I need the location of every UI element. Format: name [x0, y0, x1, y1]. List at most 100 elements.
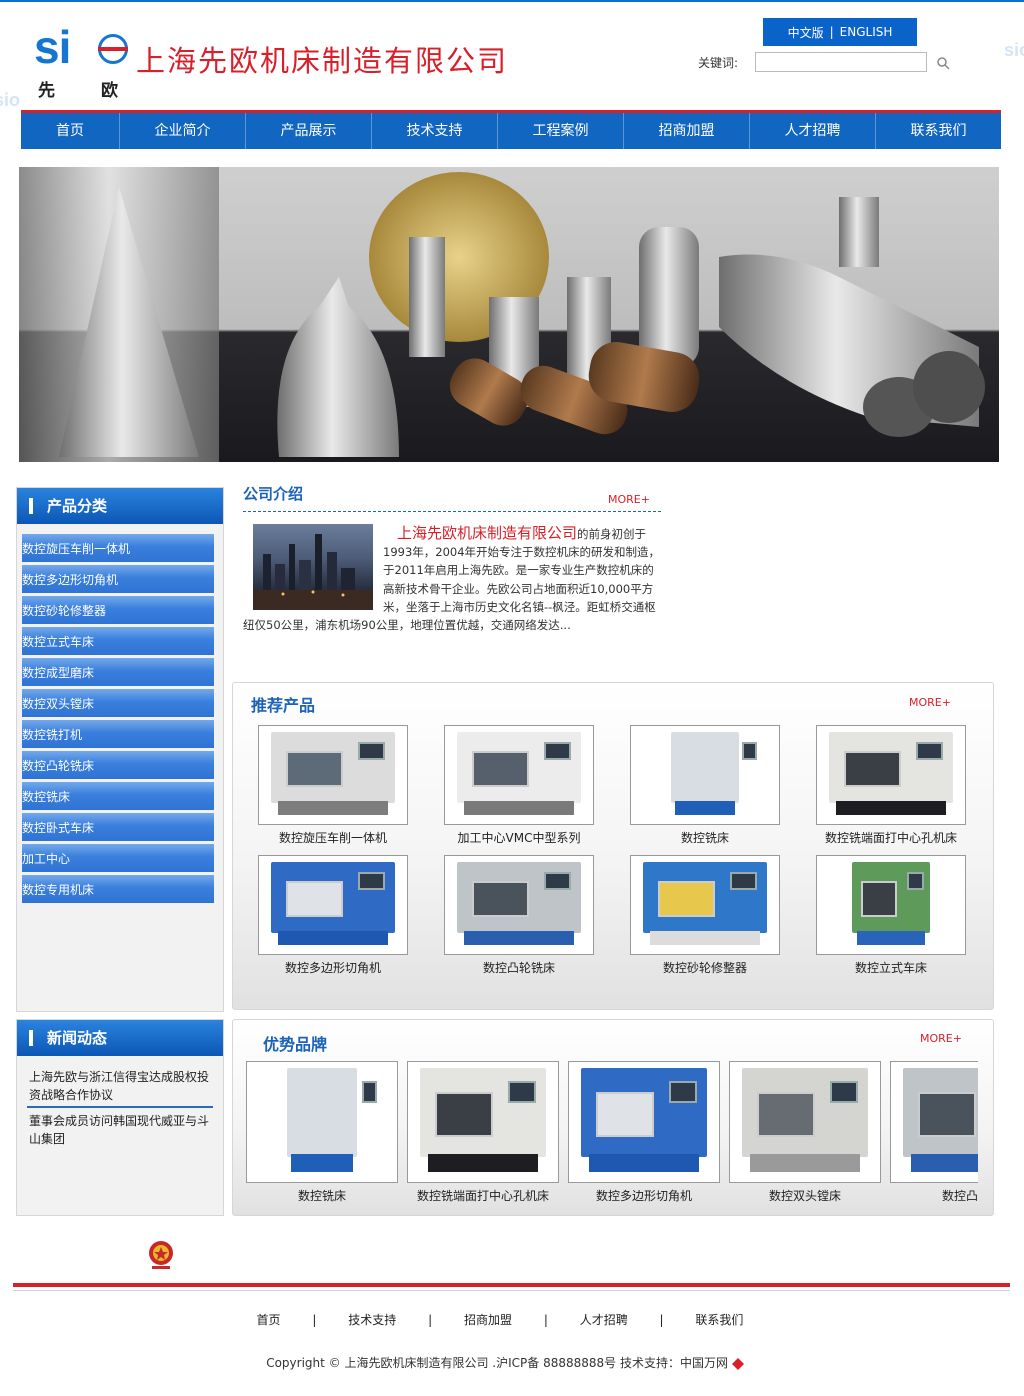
- news-list: 上海先欧与浙江信得宝达成股权投资战略合作协议 董事会成员访问韩国现代威亚与斗山集…: [17, 1056, 223, 1150]
- footer-link-franchise[interactable]: 招商加盟: [450, 1311, 526, 1328]
- search-label: 关键词:: [698, 56, 739, 70]
- brand-image[interactable]: [407, 1061, 559, 1183]
- product-card[interactable]: 数控砂轮修整器: [630, 855, 780, 976]
- footer-link-tech-support[interactable]: 技术支持: [334, 1311, 410, 1328]
- product-image[interactable]: [258, 725, 408, 825]
- product-image[interactable]: [630, 855, 780, 955]
- product-image[interactable]: [816, 725, 966, 825]
- nav-jobs[interactable]: 人才招聘: [750, 113, 876, 149]
- brand-name[interactable]: 数控铣端面打中心孔机床: [407, 1187, 559, 1204]
- brand-products-title: 优势品牌: [263, 1035, 328, 1054]
- product-card[interactable]: 数控铣端面打中心孔机床: [816, 725, 966, 846]
- intro-company-name[interactable]: 上海先欧机床制造有限公司: [383, 524, 577, 542]
- category-item[interactable]: 加工中心: [22, 844, 214, 872]
- company-intro-section: 公司介绍 MORE+ 上海先欧机床制造有限公司的前身初创于1993年，2004年…: [243, 484, 661, 634]
- category-item[interactable]: 数控卧式车床: [22, 813, 214, 841]
- brand-name[interactable]: 数控多边形切角机: [568, 1187, 720, 1204]
- product-name[interactable]: 数控铣端面打中心孔机床: [816, 829, 966, 846]
- product-card[interactable]: 数控凸轮铣床: [444, 855, 594, 976]
- product-name[interactable]: 数控多边形切角机: [258, 959, 408, 976]
- product-name[interactable]: 加工中心VMC中型系列: [444, 829, 594, 846]
- product-image[interactable]: [444, 855, 594, 955]
- product-card[interactable]: 数控多边形切角机: [258, 855, 408, 976]
- category-item[interactable]: 数控成型磨床: [22, 658, 214, 686]
- category-item[interactable]: 数控凸轮铣床: [22, 751, 214, 779]
- product-category-panel: 产品分类 数控旋压车削一体机 数控多边形切角机 数控砂轮修整器 数控立式车床 数…: [16, 487, 224, 1012]
- footer-separator: |: [312, 1313, 317, 1327]
- brand-name[interactable]: 数控双头镗床: [729, 1187, 881, 1204]
- lang-chinese-link[interactable]: 中文版: [788, 24, 824, 41]
- category-item[interactable]: 数控砂轮修整器: [22, 596, 214, 624]
- logo-letters: si: [34, 21, 71, 73]
- police-badge-icon[interactable]: [146, 1238, 176, 1272]
- footer-red-line: [13, 1283, 1010, 1287]
- nav-cases[interactable]: 工程案例: [498, 113, 624, 149]
- brand-card[interactable]: 数控双头镗床: [729, 1061, 881, 1204]
- product-image[interactable]: [444, 725, 594, 825]
- brand-image[interactable]: [729, 1061, 881, 1183]
- nav-franchise[interactable]: 招商加盟: [624, 113, 750, 149]
- copyright-line: Copyright © 上海先欧机床制造有限公司 .沪ICP备 88888888…: [266, 1356, 728, 1370]
- brand-card[interactable]: 数控凸轮: [890, 1061, 978, 1204]
- search-icon[interactable]: [936, 56, 950, 70]
- product-name[interactable]: 数控旋压车削一体机: [258, 829, 408, 846]
- brand-image[interactable]: [568, 1061, 720, 1183]
- product-image[interactable]: [258, 855, 408, 955]
- category-item[interactable]: 数控立式车床: [22, 627, 214, 655]
- brand-name[interactable]: 数控铣床: [246, 1187, 398, 1204]
- logo-cn-char-2: 欧: [101, 81, 118, 101]
- lang-separator: |: [829, 25, 834, 39]
- category-item[interactable]: 数控旋压车削一体机: [22, 534, 214, 562]
- hero-banner-image: [19, 167, 999, 462]
- news-item[interactable]: 董事会成员访问韩国现代威亚与斗山集团: [27, 1108, 213, 1150]
- brand-card[interactable]: 数控多边形切角机: [568, 1061, 720, 1204]
- category-item[interactable]: 数控铣床: [22, 782, 214, 810]
- category-item[interactable]: 数控铣打机: [22, 720, 214, 748]
- product-name[interactable]: 数控铣床: [630, 829, 780, 846]
- lang-english-link[interactable]: ENGLISH: [840, 25, 893, 39]
- intro-more-link[interactable]: MORE+: [608, 490, 650, 510]
- product-name[interactable]: 数控凸轮铣床: [444, 959, 594, 976]
- brand-card[interactable]: 数控铣端面打中心孔机床: [407, 1061, 559, 1204]
- product-image[interactable]: [630, 725, 780, 825]
- footer-nav: 首页 | 技术支持 | 招商加盟 | 人才招聘 | 联系我们: [0, 1311, 1000, 1328]
- product-image[interactable]: [816, 855, 966, 955]
- recommended-products-panel: 推荐产品 MORE+ 数控旋压车削一体机 加工中心VMC中型系列 数控铣床 数控…: [232, 682, 994, 1010]
- language-switcher: 中文版 | ENGLISH: [763, 18, 917, 46]
- recommended-more-link[interactable]: MORE+: [909, 696, 951, 709]
- company-name-title: 上海先欧机床制造有限公司: [136, 44, 509, 78]
- news-item[interactable]: 上海先欧与浙江信得宝达成股权投资战略合作协议: [27, 1064, 213, 1108]
- footer-link-home[interactable]: 首页: [243, 1311, 295, 1328]
- footer-link-jobs[interactable]: 人才招聘: [566, 1311, 642, 1328]
- nav-home[interactable]: 首页: [21, 113, 120, 149]
- search-input[interactable]: [755, 52, 927, 72]
- copyright-text: Copyright © 上海先欧机床制造有限公司 .沪ICP备 88888888…: [0, 1354, 1010, 1371]
- nav-products[interactable]: 产品展示: [246, 113, 372, 149]
- nav-contact[interactable]: 联系我们: [876, 113, 1001, 149]
- brand-more-link[interactable]: MORE+: [920, 1032, 962, 1045]
- company-logo[interactable]: si 先 欧: [30, 20, 130, 101]
- product-card[interactable]: 加工中心VMC中型系列: [444, 725, 594, 846]
- product-name[interactable]: 数控立式车床: [816, 959, 966, 976]
- category-item[interactable]: 数控双头镗床: [22, 689, 214, 717]
- footer-link-contact[interactable]: 联系我们: [681, 1311, 757, 1328]
- product-card[interactable]: 数控立式车床: [816, 855, 966, 976]
- category-item[interactable]: 数控专用机床: [22, 875, 214, 903]
- certification-badge-icon[interactable]: [731, 1357, 744, 1370]
- nav-about[interactable]: 企业简介: [120, 113, 246, 149]
- company-intro-text-block: 上海先欧机床制造有限公司的前身初创于1993年，2004年开始专注于数控机床的研…: [243, 524, 661, 634]
- product-category-title: 产品分类: [17, 488, 223, 524]
- product-card[interactable]: 数控铣床: [630, 725, 780, 846]
- brand-image[interactable]: [246, 1061, 398, 1183]
- product-card[interactable]: 数控旋压车削一体机: [258, 725, 408, 846]
- company-city-photo: [253, 524, 373, 610]
- category-item[interactable]: 数控多边形切角机: [22, 565, 214, 593]
- recommended-products-title: 推荐产品: [251, 696, 316, 715]
- footer-separator: |: [659, 1313, 664, 1327]
- brand-card[interactable]: 数控铣床: [246, 1061, 398, 1204]
- nav-tech-support[interactable]: 技术支持: [372, 113, 498, 149]
- brand-name[interactable]: 数控凸轮: [890, 1187, 978, 1204]
- brand-image[interactable]: [890, 1061, 978, 1183]
- product-name[interactable]: 数控砂轮修整器: [630, 959, 780, 976]
- company-intro-title: 公司介绍: [243, 485, 304, 503]
